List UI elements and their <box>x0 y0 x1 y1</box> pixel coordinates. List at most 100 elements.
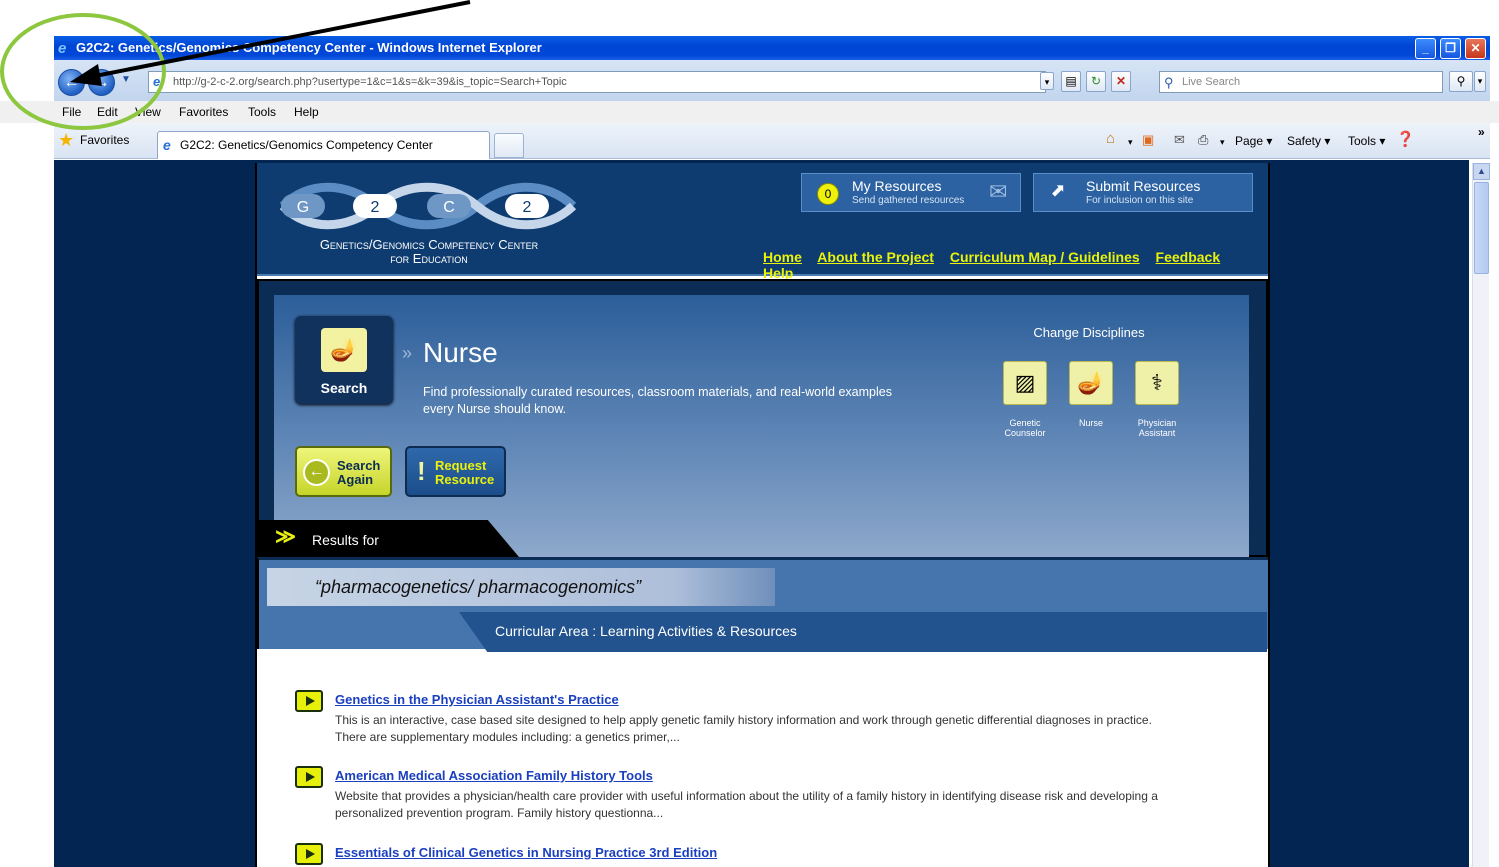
tagline-line-2: for Education <box>390 251 468 266</box>
submit-resources-button[interactable]: ⬈ Submit Resources For inclusion on this… <box>1033 173 1253 212</box>
refresh-icon[interactable]: ↻ <box>1086 71 1106 92</box>
help-icon[interactable]: ❓ <box>1396 130 1415 148</box>
compatibility-icon[interactable]: ▤ <box>1061 71 1081 92</box>
external-arrow-icon: ⬈ <box>1050 180 1066 200</box>
logo-letter-2a: 2 <box>371 199 380 216</box>
result-title-link[interactable]: American Medical Association Family Hist… <box>335 768 653 783</box>
feeds-icon[interactable]: ▣ <box>1142 132 1154 148</box>
logo-letter-c: C <box>443 199 455 216</box>
search-badge: 🪔 Search <box>295 316 393 404</box>
tab-title: G2C2: Genetics/Genomics Competency Cente… <box>180 138 433 152</box>
restore-button[interactable]: ❐ <box>1440 38 1461 59</box>
my-resources-subtitle: Send gathered resources <box>852 195 965 206</box>
discipline-name: Physician Assistant <box>1137 418 1177 438</box>
stop-icon[interactable]: ✕ <box>1111 71 1131 92</box>
search-again-line-1: Search <box>337 458 381 473</box>
chevron-more-icon[interactable]: » <box>1478 125 1485 139</box>
live-search-placeholder: Live Search <box>1182 76 1241 88</box>
nurse-lamp-icon: 🪔 <box>1069 361 1113 405</box>
results-for-label: Results for <box>312 532 379 548</box>
envelope-icon: ✉ <box>989 179 1008 204</box>
live-search-input[interactable]: ⚲ Live Search <box>1159 71 1443 93</box>
curricular-area-band: Curricular Area : Learning Activities & … <box>459 612 1267 652</box>
menu-favorites[interactable]: Favorites <box>179 101 228 123</box>
result-title-link[interactable]: Essentials of Clinical Genetics in Nursi… <box>335 845 717 860</box>
search-go-icon[interactable]: ⚲ <box>1449 71 1473 92</box>
query-box: “pharmacogenetics/ pharmacogenomics” <box>267 568 775 606</box>
nav-feedback[interactable]: Feedback <box>1156 249 1221 265</box>
chevron-right-icon: » <box>402 343 413 363</box>
safety-menu[interactable]: Safety ▾ <box>1287 134 1330 148</box>
result-description: This is an interactive, case based site … <box>335 713 1152 744</box>
discipline-genetic-counselor[interactable]: ▨ Genetic Counselor <box>990 361 1060 438</box>
my-resources-title: My Resources <box>852 178 942 194</box>
favorites-bar: ★ Favorites e G2C2: Genetics/Genomics Co… <box>54 123 1490 159</box>
close-button[interactable]: ✕ <box>1465 38 1486 59</box>
discipline-physician-assistant[interactable]: ⚕ Physician Assistant <box>1122 361 1192 438</box>
nav-curriculum-map[interactable]: Curriculum Map / Guidelines <box>950 249 1140 265</box>
menu-help[interactable]: Help <box>294 101 319 123</box>
change-disciplines-label: Change Disciplines <box>1033 325 1145 340</box>
search-hero: 🪔 Search » Nurse Find professionally cur… <box>257 279 1268 557</box>
search-again-label: Search Again <box>337 459 380 487</box>
curricular-area-label: Curricular Area : Learning Activities & … <box>495 623 797 639</box>
logo-letter-g: G <box>297 199 309 216</box>
home-icon[interactable]: ⌂ <box>1106 130 1115 147</box>
search-icon: ⚲ <box>1164 75 1174 90</box>
menu-tools[interactable]: Tools <box>248 101 276 123</box>
my-resources-button[interactable]: 0 My Resources Send gathered resources ✉ <box>801 173 1021 212</box>
genetic-counselor-icon: ▨ <box>1003 361 1047 405</box>
nav-about[interactable]: About the Project <box>817 249 934 265</box>
favorites-star-icon: ★ <box>58 130 75 150</box>
browser-tab[interactable]: e G2C2: Genetics/Genomics Competency Cen… <box>157 131 490 159</box>
search-again-button[interactable]: ← Search Again <box>295 446 392 497</box>
search-badge-label: Search <box>320 380 368 396</box>
new-tab-button[interactable] <box>494 133 524 158</box>
hero-panel: 🪔 Search » Nurse Find professionally cur… <box>274 295 1249 557</box>
tab-page-icon: e <box>163 137 171 153</box>
discipline-name: Genetic Counselor <box>1004 418 1046 438</box>
scroll-up-icon[interactable]: ▲ <box>1473 163 1490 180</box>
page-menu[interactable]: Page ▾ <box>1235 134 1272 148</box>
discipline-title: Nurse <box>423 337 498 368</box>
request-line-1: Request <box>435 458 487 473</box>
discipline-nurse[interactable]: 🪔 Nurse <box>1056 361 1126 428</box>
result-title-link[interactable]: Genetics in the Physician Assistant's Pr… <box>335 692 619 707</box>
discipline-description: Find professionally curated resources, c… <box>423 385 892 416</box>
scroll-thumb[interactable] <box>1474 182 1489 274</box>
results-for-tab: ≫ Results for <box>259 520 519 557</box>
logo-letter-2b: 2 <box>523 199 532 216</box>
play-icon[interactable] <box>295 843 323 865</box>
read-mail-icon[interactable]: ✉ <box>1174 132 1185 148</box>
query-text: “pharmacogenetics/ pharmacogenomics” <box>315 577 642 597</box>
vertical-scrollbar[interactable]: ▲ <box>1472 163 1490 867</box>
site-nav: Home About the Project Curriculum Map / … <box>763 249 1268 281</box>
address-dropdown-icon[interactable]: ▾ <box>1040 72 1054 90</box>
request-resource-label: Request Resource <box>435 459 494 487</box>
query-band: “pharmacogenetics/ pharmacogenomics” Cur… <box>257 557 1268 652</box>
play-icon[interactable] <box>295 766 323 788</box>
my-resources-count: 0 <box>817 183 839 205</box>
site-header: G 2 C 2 Genetics/Genomics Competency Cen… <box>257 163 1268 281</box>
back-arrow-icon: ← <box>303 459 330 486</box>
caduceus-icon: ⚕ <box>1135 361 1179 405</box>
print-dropdown-icon[interactable]: ▾ <box>1220 137 1225 148</box>
double-chevron-down-icon: ≫ <box>275 526 296 548</box>
search-options-icon[interactable]: ▾ <box>1474 71 1486 92</box>
discipline-name: Nurse <box>1078 418 1103 428</box>
annotation-arrow <box>70 0 471 86</box>
exclamation-icon: ! <box>417 456 426 486</box>
nursing-lamp-icon: 🪔 <box>321 328 367 372</box>
home-dropdown-icon[interactable]: ▾ <box>1128 137 1133 148</box>
tools-menu[interactable]: Tools ▾ <box>1348 134 1385 148</box>
tagline-line-1: Genetics/Genomics Competency Center <box>319 237 539 252</box>
favorites-button[interactable]: ★ Favorites <box>58 130 129 150</box>
request-resource-button[interactable]: ! Request Resource <box>405 446 506 497</box>
submit-resources-subtitle: For inclusion on this site <box>1086 195 1194 206</box>
print-icon[interactable]: ⎙ <box>1198 132 1208 148</box>
g2c2-logo[interactable]: G 2 C 2 <box>277 181 577 231</box>
nav-home[interactable]: Home <box>763 249 802 265</box>
minimize-button[interactable]: _ <box>1415 38 1436 59</box>
result-description: Website that provides a physician/health… <box>335 789 1158 820</box>
play-icon[interactable] <box>295 690 323 712</box>
